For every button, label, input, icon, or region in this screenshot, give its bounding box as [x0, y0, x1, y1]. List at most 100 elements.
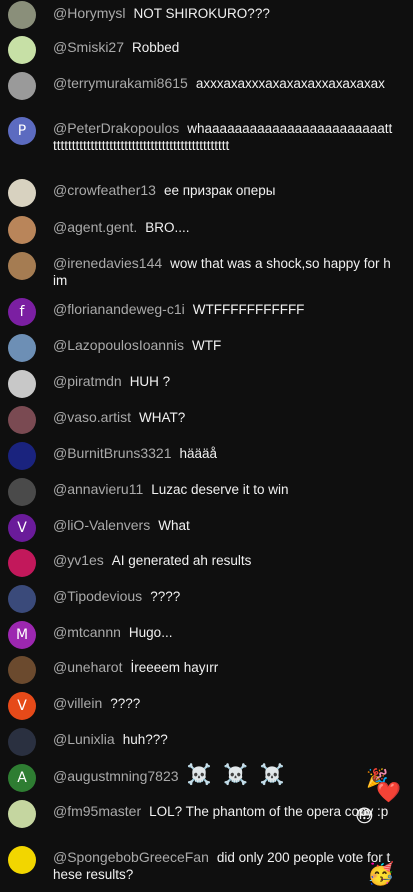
chat-message[interactable]: V @liO-Valenvers What — [0, 512, 413, 542]
chat-message[interactable]: M @mtcannn Hugo... — [0, 619, 413, 649]
message-body: @florianandeweg-c1i WTFFFFFFFFFFF — [53, 301, 393, 318]
author-name[interactable]: @Lunixlia — [53, 731, 115, 747]
author-avatar[interactable]: M — [8, 621, 36, 649]
author-avatar[interactable] — [8, 252, 36, 280]
author-avatar[interactable] — [8, 442, 36, 470]
avatar-letter: A — [17, 770, 27, 786]
author-name[interactable]: @Horymysl — [53, 5, 126, 21]
message-body: @BurnitBruns3321 häääå — [53, 445, 393, 462]
author-name[interactable]: @mtcannn — [53, 624, 121, 640]
author-avatar[interactable] — [8, 179, 36, 207]
message-text: Hugo... — [128, 625, 173, 640]
author-avatar[interactable] — [8, 1, 36, 29]
message-text: WTF — [191, 338, 222, 353]
message-body: @Tipodevious???? — [53, 588, 393, 605]
author-avatar[interactable] — [8, 728, 36, 756]
chat-message[interactable]: @annavieru11 Luzac deserve it to win — [0, 476, 413, 506]
message-body: @mtcannn Hugo... — [53, 624, 393, 641]
chat-message[interactable]: @Tipodevious???? — [0, 583, 413, 613]
author-avatar[interactable] — [8, 549, 36, 577]
author-avatar[interactable] — [8, 370, 36, 398]
message-body: @PeterDrakopoulos whaaaaaaaaaaaaaaaaaaaaa… — [53, 120, 393, 154]
author-name[interactable]: @PeterDrakopoulos — [53, 120, 179, 136]
author-name[interactable]: @augustmning7823 — [53, 768, 179, 784]
chat-message[interactable]: A @augustmning7823 ☠️ ☠️ ☠️ — [0, 762, 413, 796]
author-name[interactable]: @SpongebobGreeceFan — [53, 849, 209, 865]
author-name[interactable]: @LazopoulosIoannis — [53, 337, 184, 353]
message-text: What — [158, 518, 190, 533]
chat-message[interactable]: @LazopoulosIoannis WTF — [0, 332, 413, 362]
message-body: @fm95master LOL? The phantom of the opera… — [53, 803, 393, 820]
message-text: İreeeem hayırr — [130, 660, 219, 675]
avatar-letter: V — [17, 520, 27, 536]
message-body: @Horymysl NOT SHIROKURO??? — [53, 5, 393, 22]
chat-message[interactable]: @yv1es AI generated ah results — [0, 547, 413, 577]
message-text: ???? — [150, 589, 181, 604]
message-body: @LazopoulosIoannis WTF — [53, 337, 393, 354]
author-avatar[interactable] — [8, 406, 36, 434]
message-body: @Lunixlia huh??? — [53, 731, 393, 748]
chat-message[interactable]: @agent.gent. BRO.... — [0, 214, 413, 244]
author-avatar[interactable]: V — [8, 692, 36, 720]
message-text: AI generated ah results — [111, 553, 252, 568]
message-text: Robbed — [132, 40, 180, 55]
author-name[interactable]: @villein — [53, 695, 102, 711]
message-text: Luzac deserve it to win — [151, 482, 289, 497]
message-body: @SpongebobGreeceFan did only 200 people v… — [53, 849, 393, 883]
author-name[interactable]: @irenedavies144 — [53, 255, 162, 271]
author-avatar[interactable] — [8, 478, 36, 506]
message-text: WHAT? — [139, 410, 186, 425]
chat-message[interactable]: @crowfeather13 ее призрак оперы — [0, 177, 413, 207]
chat-message[interactable]: @vaso.artist WHAT? — [0, 404, 413, 434]
author-name[interactable]: @crowfeather13 — [53, 182, 156, 198]
author-name[interactable]: @florianandeweg-c1i — [53, 301, 185, 317]
author-name[interactable]: @vaso.artist — [53, 409, 131, 425]
author-avatar[interactable] — [8, 800, 36, 828]
live-chat-feed: @Horymysl NOT SHIROKURO??? @Smiski27 Robbed… — [0, 0, 413, 892]
author-avatar[interactable]: P — [8, 117, 36, 145]
author-name[interactable]: @piratmdn — [53, 373, 122, 389]
author-avatar[interactable] — [8, 334, 36, 362]
chat-message[interactable]: @irenedavies144 wow that was a shock,so h… — [0, 250, 413, 292]
message-text: HUH ? — [129, 374, 171, 389]
author-avatar[interactable]: f — [8, 298, 36, 326]
chat-message[interactable]: @SpongebobGreeceFan did only 200 people v… — [0, 844, 413, 888]
author-avatar[interactable] — [8, 36, 36, 64]
chat-message[interactable]: V @villein???? — [0, 690, 413, 720]
message-body: @yv1es AI generated ah results — [53, 552, 393, 569]
message-body: @agent.gent. BRO.... — [53, 219, 393, 236]
author-avatar[interactable]: V — [8, 514, 36, 542]
author-avatar[interactable] — [8, 585, 36, 613]
author-avatar[interactable] — [8, 72, 36, 100]
author-name[interactable]: @uneharot — [53, 659, 122, 675]
chat-message[interactable]: @terrymurakami8615 ахххахахххахахахаххаха… — [0, 70, 413, 110]
author-name[interactable]: @Tipodevious — [53, 588, 142, 604]
author-avatar[interactable] — [8, 216, 36, 244]
flushed-face-icon: 😳 — [355, 806, 374, 827]
message-body: @augustmning7823 ☠️ ☠️ ☠️ — [53, 765, 393, 785]
author-name[interactable]: @yv1es — [53, 552, 104, 568]
chat-message[interactable]: @Smiski27 Robbed — [0, 34, 413, 64]
author-name[interactable]: @BurnitBruns3321 — [53, 445, 172, 461]
author-name[interactable]: @annavieru11 — [53, 481, 143, 497]
message-body: @crowfeather13 ее призрак оперы — [53, 182, 393, 199]
author-name[interactable]: @agent.gent. — [53, 219, 137, 235]
message-body: @villein???? — [53, 695, 393, 712]
chat-message[interactable]: @piratmdn HUH ? — [0, 368, 413, 398]
chat-message[interactable]: @Horymysl NOT SHIROKURO??? — [0, 0, 413, 30]
chat-message[interactable]: P @PeterDrakopoulos whaaaaaaaaaaaaaaaaaaaa… — [0, 115, 413, 171]
author-name[interactable]: @terrymurakami8615 — [53, 75, 188, 91]
message-text: ее призрак оперы — [163, 183, 276, 198]
message-text: NOT SHIROKURO??? — [133, 6, 270, 21]
author-avatar[interactable] — [8, 656, 36, 684]
chat-message[interactable]: @BurnitBruns3321 häääå — [0, 440, 413, 470]
chat-message[interactable]: @uneharot İreeeem hayırr — [0, 654, 413, 684]
author-name[interactable]: @Smiski27 — [53, 39, 124, 55]
chat-message[interactable]: f @florianandeweg-c1i WTFFFFFFFFFFF — [0, 296, 413, 326]
chat-message[interactable]: @fm95master LOL? The phantom of the opera… — [0, 798, 413, 838]
author-avatar[interactable]: A — [8, 764, 36, 792]
author-name[interactable]: @fm95master — [53, 803, 141, 819]
author-name[interactable]: @liO-Valenvers — [53, 517, 150, 533]
author-avatar[interactable] — [8, 846, 36, 874]
chat-message[interactable]: @Lunixlia huh??? — [0, 726, 413, 756]
